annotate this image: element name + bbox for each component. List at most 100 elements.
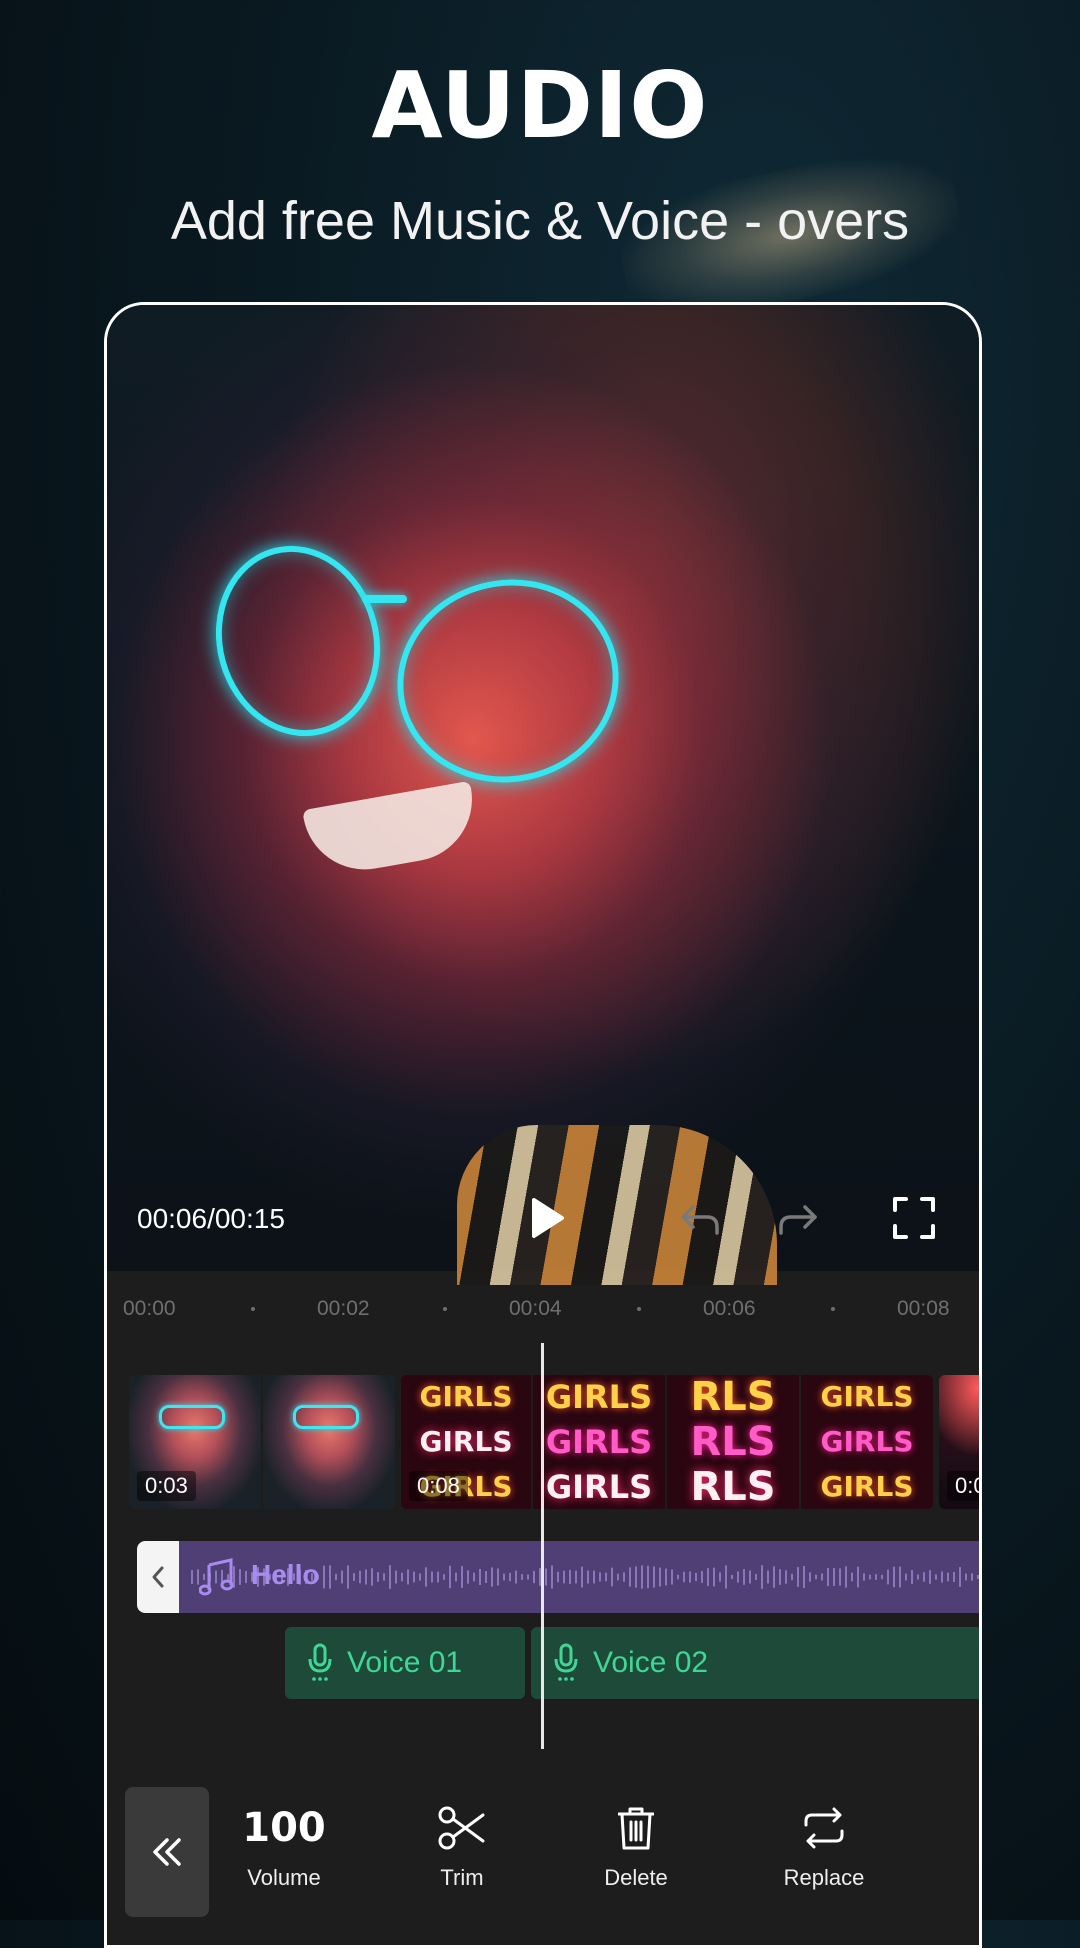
waveform-bar — [809, 1572, 811, 1582]
clip-thumbnail: GIRLS GIRLS GIRLS — [533, 1375, 665, 1509]
waveform-bar — [587, 1570, 589, 1584]
waveform-bar — [863, 1573, 865, 1581]
video-clip[interactable]: 0:03 — [939, 1375, 979, 1509]
waveform-bar — [923, 1572, 925, 1582]
waveform-bar — [593, 1570, 595, 1584]
play-button[interactable] — [525, 1195, 571, 1241]
waveform-bar — [479, 1568, 481, 1586]
waveform-bar — [959, 1567, 961, 1587]
waveform-bar — [701, 1571, 703, 1583]
waveform-bar — [581, 1566, 583, 1588]
waveform-bar — [971, 1573, 973, 1581]
video-clip[interactable]: 0:03 — [129, 1375, 395, 1509]
smile-highlight — [302, 780, 482, 880]
voice-track[interactable]: Voice 02 — [531, 1627, 979, 1699]
waveform-bar — [515, 1570, 517, 1584]
replace-label: Replace — [783, 1865, 865, 1890]
delete-label: Delete — [604, 1865, 668, 1890]
redo-icon — [779, 1205, 817, 1235]
waveform-bar — [395, 1570, 397, 1584]
waveform-bar — [749, 1570, 751, 1584]
waveform-bar — [869, 1574, 871, 1580]
volume-value: 100 — [242, 1805, 326, 1851]
waveform-bar — [323, 1565, 325, 1589]
microphone-icon — [308, 1643, 332, 1681]
waveform-bar — [329, 1565, 331, 1589]
promo-title: AUDIO — [371, 52, 709, 159]
waveform-bar — [815, 1574, 817, 1580]
tick-label: 00:06 — [703, 1297, 756, 1320]
waveform-bar — [575, 1570, 577, 1584]
waveform-bar — [527, 1574, 529, 1580]
music-track[interactable]: Hello — [137, 1541, 979, 1613]
waveform-bar — [533, 1570, 535, 1584]
waveform-bar — [371, 1568, 373, 1586]
tick-dot — [831, 1307, 835, 1311]
waveform-bar — [401, 1572, 403, 1582]
waveform-bar — [449, 1565, 451, 1589]
replace-icon — [804, 1807, 844, 1849]
waveform-bar — [431, 1571, 433, 1583]
waveform-bar — [755, 1574, 757, 1580]
waveform-bar — [641, 1565, 643, 1589]
waveform-bar — [725, 1565, 727, 1589]
voice-track[interactable]: Voice 01 — [285, 1627, 525, 1699]
waveform-bar — [665, 1568, 667, 1586]
redo-button[interactable] — [775, 1195, 821, 1241]
waveform-bar — [629, 1567, 631, 1587]
replace-button[interactable]: Replace — [759, 1803, 889, 1891]
waveform-bar — [659, 1567, 661, 1587]
waveform-bar — [419, 1573, 421, 1581]
tick-dot — [251, 1307, 255, 1311]
music-track-label: Hello — [251, 1559, 320, 1590]
waveform-bar — [623, 1572, 625, 1582]
waveform-bar — [893, 1566, 895, 1588]
playhead[interactable] — [541, 1343, 544, 1749]
waveform-bar — [551, 1565, 553, 1589]
waveform-bar — [683, 1571, 685, 1583]
chevron-left-icon — [152, 1566, 164, 1588]
trim-button[interactable]: Trim — [397, 1803, 527, 1891]
tick-label: 00:00 — [123, 1297, 176, 1320]
waveform-bar — [935, 1574, 937, 1580]
video-preview[interactable]: 00:06/00:15 — [107, 305, 979, 1285]
tick-label: 00:04 — [509, 1297, 562, 1320]
play-icon — [532, 1198, 564, 1238]
waveform-bar — [191, 1570, 193, 1584]
waveform-bar — [947, 1572, 949, 1582]
video-clip[interactable]: GIRLS GIRLS GIRLS GIRLS GIRLS GIRLS RLS … — [401, 1375, 933, 1509]
waveform-bar — [839, 1568, 841, 1586]
waveform-bar — [635, 1566, 637, 1588]
waveform-bar — [731, 1574, 733, 1580]
striped-shirt — [457, 1125, 777, 1285]
scissors-icon — [438, 1806, 485, 1850]
waveform-bar — [521, 1574, 523, 1580]
fullscreen-button[interactable] — [891, 1195, 937, 1241]
waveform-bar — [881, 1574, 883, 1580]
waveform-bar — [743, 1569, 745, 1585]
waveform-bar — [365, 1569, 367, 1585]
waveform-bar — [341, 1570, 343, 1584]
waveform-bar — [389, 1565, 391, 1589]
collapse-button[interactable] — [125, 1787, 209, 1917]
volume-label: Volume — [247, 1865, 321, 1890]
neon-glasses-bridge — [362, 595, 407, 603]
music-trim-handle[interactable] — [137, 1541, 179, 1613]
neon-glasses-right-lens — [378, 559, 638, 803]
fullscreen-icon — [893, 1197, 935, 1239]
waveform-bar — [965, 1573, 967, 1581]
tick-dot — [637, 1307, 641, 1311]
waveform-bar — [911, 1570, 913, 1584]
waveform-bar — [917, 1574, 919, 1580]
timeline-ruler[interactable]: 00:00 00:02 00:04 00:06 00:08 — [107, 1273, 979, 1343]
waveform-bar — [497, 1568, 499, 1586]
undo-button[interactable] — [677, 1195, 723, 1241]
audio-toolbar: 100 Volume Trim Delete Replace — [107, 1773, 979, 1945]
waveform-bar — [713, 1567, 715, 1587]
volume-button[interactable]: 100 Volume — [219, 1803, 349, 1891]
waveform-bar — [821, 1573, 823, 1581]
waveform-bar — [707, 1568, 709, 1586]
waveform-bar — [845, 1566, 847, 1588]
waveform-bar — [791, 1573, 793, 1581]
delete-button[interactable]: Delete — [571, 1803, 701, 1891]
